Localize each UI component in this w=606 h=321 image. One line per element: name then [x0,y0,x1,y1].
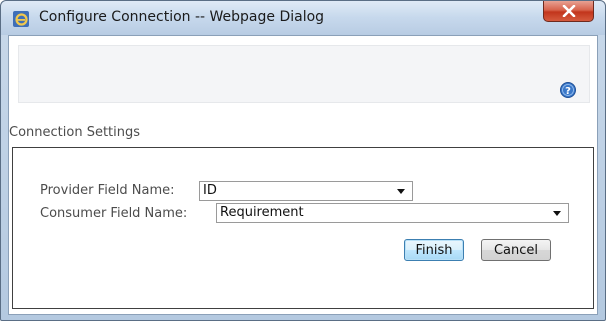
consumer-field-select[interactable]: Requirement [216,203,569,223]
cancel-button[interactable]: Cancel [481,239,551,261]
section-title: Connection Settings [9,125,141,140]
provider-field-value: ID [203,183,217,198]
chevron-down-icon [397,189,405,194]
provider-field-select[interactable]: ID [199,181,413,201]
title-bar[interactable]: Configure Connection -- Webpage Dialog [1,1,605,35]
header-strip [18,45,590,103]
provider-field-label: Provider Field Name: [40,183,175,198]
connection-settings-panel: Provider Field Name: ID Consumer Field N… [12,147,594,309]
svg-text:?: ? [565,86,571,97]
consumer-field-label: Consumer Field Name: [40,206,188,221]
dialog-content: ? Connection Settings Provider Field Nam… [8,35,598,315]
consumer-field-value: Requirement [220,205,304,220]
close-icon [562,5,575,17]
dialog-window: Configure Connection -- Webpage Dialog ?… [0,0,606,321]
help-icon[interactable]: ? [560,82,576,98]
internet-explorer-icon [13,11,29,27]
window-title: Configure Connection -- Webpage Dialog [39,9,325,25]
finish-button[interactable]: Finish [404,239,464,261]
close-button[interactable] [543,1,594,22]
chevron-down-icon [553,211,561,216]
